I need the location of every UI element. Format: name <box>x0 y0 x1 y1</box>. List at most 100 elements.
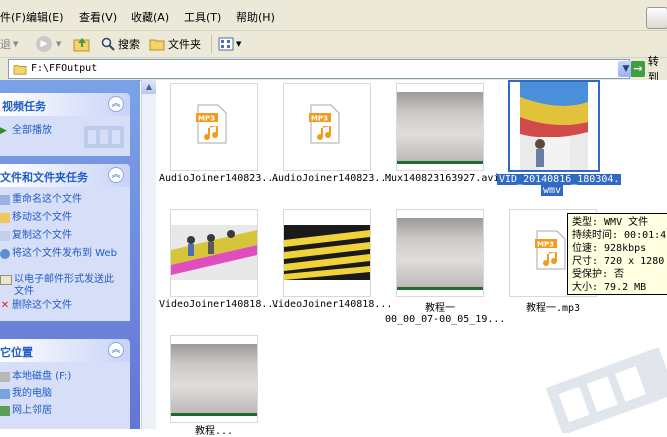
task-delete[interactable]: ✕ 删除这个文件 <box>0 300 72 312</box>
task-play-all[interactable]: ▶ 全部播放 <box>0 125 52 137</box>
menu-favorites[interactable]: 收藏(A) <box>131 9 169 25</box>
task-copy[interactable]: 复制这个文件 <box>0 230 72 242</box>
menu-view[interactable]: 查看(V) <box>79 9 117 25</box>
menu-file[interactable]: 件(F) <box>0 9 26 25</box>
place-my-computer[interactable]: 我的电脑 <box>0 388 52 400</box>
file-name[interactable]: Mux140823163927.avi <box>385 173 499 184</box>
menu-help[interactable]: 帮助(H) <box>236 9 275 25</box>
view-grid-icon <box>218 37 234 51</box>
mp3-file-icon: MP3 <box>196 104 227 144</box>
video-thumbnail-image <box>397 218 483 290</box>
back-button[interactable]: 退 ▼ <box>0 35 18 53</box>
forward-button[interactable]: ▶ ▼ <box>36 35 61 53</box>
file-name[interactable]: 教程... <box>159 422 269 437</box>
task-label: 以电子邮件形式发送此文件 <box>14 274 114 297</box>
task-label: 复制这个文件 <box>12 230 72 241</box>
collapse-icon[interactable]: ︽ <box>108 342 124 358</box>
toolbar: 退 ▼ ▶ ▼ 搜索 文件夹 ▼ <box>0 31 667 58</box>
go-button[interactable]: → 转到 <box>631 55 667 84</box>
panel-title: 视频任务 <box>2 100 46 113</box>
task-label: 全部播放 <box>12 125 52 136</box>
file-name[interactable]: 教程一 00_00_07-00_05_19... <box>385 299 505 325</box>
file-name-line2: 00_00_07-00_05_19... <box>385 314 506 325</box>
mp3-file-icon: MP3 <box>309 104 340 144</box>
folders-button[interactable]: 文件夹 <box>149 35 201 53</box>
task-publish-web[interactable]: 将这个文件发布到 Web <box>0 248 118 260</box>
collapse-icon[interactable]: ︽ <box>108 96 124 112</box>
tooltip-duration: 持续时间: 00:01:4 <box>572 230 667 241</box>
search-button[interactable]: 搜索 <box>101 35 140 53</box>
task-label: 重命名这个文件 <box>12 194 82 205</box>
address-input[interactable]: F:\FFOutput ▼ <box>8 59 634 79</box>
tooltip-bitrate: 位速: 928kbps <box>572 243 647 254</box>
panel-body-other-places: 本地磁盘 (F:) 我的电脑 网上邻居 <box>0 362 130 429</box>
task-rename[interactable]: 重命名这个文件 <box>0 194 82 206</box>
panel-body-file-tasks: 重命名这个文件 移动这个文件 复制这个文件 将这个文件发布到 Web 以电子邮件… <box>0 187 130 321</box>
tooltip-filesize: 大小: 79.2 MB <box>572 282 647 293</box>
file-thumbnail[interactable] <box>283 209 371 297</box>
file-thumbnail[interactable]: MP3 <box>170 83 258 171</box>
email-icon <box>0 275 12 285</box>
delete-icon: ✕ <box>0 300 10 311</box>
file-name[interactable]: VideoJoiner140818... <box>272 299 392 310</box>
task-move[interactable]: 移动这个文件 <box>0 212 72 224</box>
folder-up-icon <box>73 38 90 52</box>
collapse-icon[interactable]: ︽ <box>108 167 124 183</box>
video-thumbnail-image <box>171 225 257 280</box>
network-icon <box>0 406 10 416</box>
tooltip-protected: 受保护: 否 <box>572 269 625 280</box>
rename-icon <box>0 195 10 205</box>
menu-edit[interactable]: 编辑(E) <box>26 9 64 25</box>
panel-header-file-tasks[interactable]: 文件和文件夹任务 ︽ <box>0 164 130 187</box>
file-thumbnail[interactable] <box>396 83 484 171</box>
menu-tools[interactable]: 工具(T) <box>184 9 221 25</box>
folders-label: 文件夹 <box>168 38 201 51</box>
search-label: 搜索 <box>118 38 140 51</box>
place-label: 网上邻居 <box>12 405 52 416</box>
task-email[interactable]: 以电子邮件形式发送此文件 <box>0 274 118 298</box>
file-name[interactable]: 教程一.mp3 <box>498 299 608 314</box>
chevron-down-icon: ▼ <box>13 40 19 48</box>
file-thumbnail[interactable] <box>170 209 258 297</box>
windows-logo-button[interactable] <box>646 7 667 29</box>
task-pane: 视频任务 ︽ ▶ 全部播放 文件和文件夹任务 ︽ 重命名这个文件 移动这个文件 … <box>0 80 140 429</box>
up-folder-button[interactable] <box>73 35 91 53</box>
file-name-line1: 教程一 <box>425 303 455 314</box>
file-name-line1: VID_20140816_180304. <box>497 174 622 185</box>
file-name-selected[interactable]: VID_20140816_180304. wmv <box>497 174 622 196</box>
file-name-line2: wmv <box>540 185 564 196</box>
task-label: 删除这个文件 <box>12 300 72 311</box>
drive-icon <box>0 372 10 382</box>
file-name[interactable]: AudioJoiner140823... <box>159 173 279 184</box>
svg-text:MP3: MP3 <box>537 241 554 249</box>
file-name[interactable]: AudioJoiner140823... <box>272 173 392 184</box>
copy-icon <box>0 231 10 241</box>
globe-icon <box>0 249 10 259</box>
go-arrow-icon: → <box>631 61 645 77</box>
file-thumbnail[interactable]: MP3 <box>283 83 371 171</box>
computer-icon <box>0 389 10 399</box>
views-button[interactable]: ▼ <box>211 35 241 53</box>
forward-icon: ▶ <box>36 36 52 52</box>
video-thumbnail-image <box>520 82 588 170</box>
chevron-down-icon: ▼ <box>236 40 242 48</box>
scrollbar[interactable]: ▲ <box>141 80 156 429</box>
place-network[interactable]: 网上邻居 <box>0 405 52 417</box>
search-icon <box>101 37 115 51</box>
video-thumbnail-image <box>284 225 370 280</box>
address-bar: F:\FFOutput ▼ → 转到 <box>0 55 667 84</box>
address-path: F:\FFOutput <box>31 63 98 74</box>
place-label: 我的电脑 <box>12 388 52 399</box>
film-strip-watermark-icon <box>545 348 667 433</box>
scroll-up-icon[interactable]: ▲ <box>142 80 156 94</box>
folder-icon <box>149 39 165 51</box>
file-thumbnail-selected[interactable] <box>508 80 600 172</box>
back-label: 退 <box>0 38 11 51</box>
file-name[interactable]: VideoJoiner140818... <box>159 299 279 310</box>
file-thumbnail[interactable] <box>396 209 484 297</box>
file-info-tooltip: 类型: WMV 文件 持续时间: 00:01:4 位速: 928kbps 尺寸:… <box>567 213 667 295</box>
file-thumbnail[interactable] <box>170 335 258 423</box>
panel-header-other-places[interactable]: 它位置 ︽ <box>0 339 130 362</box>
place-local-disk[interactable]: 本地磁盘 (F:) <box>0 371 71 383</box>
panel-header-video-tasks[interactable]: 视频任务 ︽ <box>0 93 130 116</box>
